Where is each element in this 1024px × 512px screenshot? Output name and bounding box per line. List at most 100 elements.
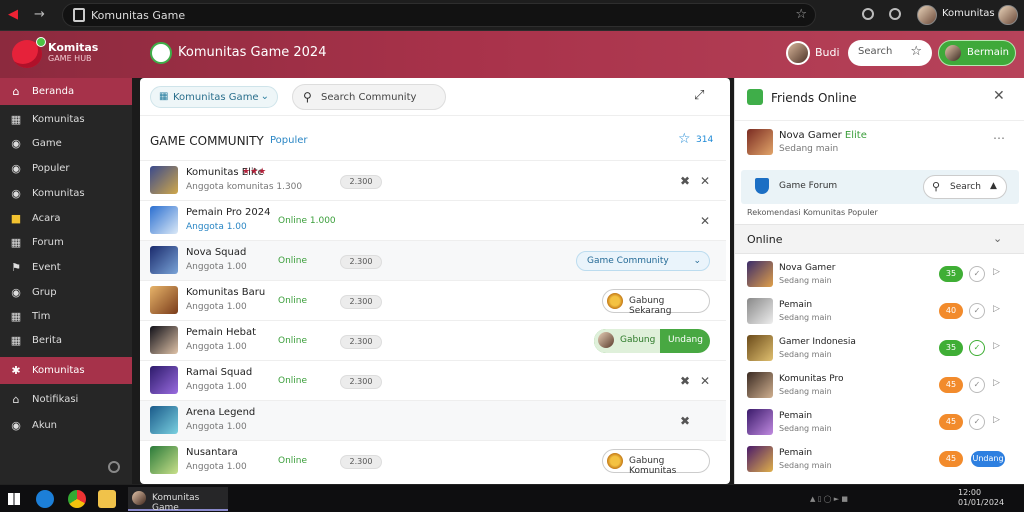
play-icon[interactable]: ▷ <box>993 341 1000 351</box>
table-row[interactable]: Pemain Hebat Anggota 1.00 Online 2.300 G… <box>140 320 726 360</box>
community-select[interactable]: Game Community ⌄ <box>576 251 710 271</box>
sidebar-item-label: Komunitas <box>32 188 85 199</box>
account-avatar[interactable] <box>998 5 1018 25</box>
pin-icon[interactable]: ✖ <box>680 174 690 188</box>
play-icon[interactable]: ▷ <box>993 267 1000 277</box>
online-status: Online <box>278 256 308 266</box>
sidebar-item-team[interactable]: ▦ Tim <box>0 305 132 329</box>
edge-browser-icon[interactable] <box>36 490 54 508</box>
check-icon[interactable]: ✓ <box>969 303 985 319</box>
current-user-card[interactable]: Nova Gamer Elite Sedang main ⋯ <box>735 120 1024 168</box>
sidebar-item-news[interactable]: ▦ Berita <box>0 329 132 353</box>
clock[interactable]: 12:00 01/01/2024 <box>958 488 1004 508</box>
close-icon[interactable]: ✕ <box>700 374 710 388</box>
sidebar-item-komunitas[interactable]: ✱ Komunitas <box>0 357 132 384</box>
sidebar-item-label: Populer <box>32 163 70 174</box>
brand-logo[interactable] <box>12 37 46 68</box>
page-title: Komunitas Game 2024 <box>178 45 327 60</box>
community-thumbnail <box>150 246 178 274</box>
sidebar-item-community[interactable]: ▦ Komunitas <box>0 108 132 132</box>
sidebar-item-forum[interactable]: ▦ Forum <box>0 231 132 255</box>
list-item[interactable]: Pemain Sedang main 40 ✓ ▷ <box>735 293 1024 330</box>
table-row[interactable]: Komunitas Baru Anggota 1.00 Online 2.300… <box>140 280 726 320</box>
coin-icon <box>607 293 623 309</box>
join-label[interactable]: Gabung <box>620 335 655 345</box>
pin-icon[interactable]: ✖ <box>680 374 690 388</box>
community-thumbnail <box>150 406 178 434</box>
check-icon[interactable]: ✓ <box>969 377 985 393</box>
forward-arrow-icon[interactable]: → <box>34 7 45 22</box>
close-icon[interactable]: ✕ <box>993 88 1005 104</box>
table-row[interactable]: Komunitas Elite ★★★ Anggota komunitas 1.… <box>140 160 726 200</box>
sidebar-item-group[interactable]: ◉ Grup <box>0 281 132 305</box>
close-icon[interactable]: ✕ <box>700 174 710 188</box>
pin-icon[interactable]: ✖ <box>680 414 690 428</box>
online-section-header[interactable]: Online ⌄ <box>735 224 1024 254</box>
sidebar-item-home[interactable]: ⌂ Beranda <box>0 78 132 105</box>
favorite-star-icon[interactable]: ☆ <box>678 131 691 147</box>
sidebar-item-game[interactable]: ◉ Game <box>0 132 132 156</box>
header-search[interactable]: Search ☆ <box>848 40 932 66</box>
community-name: Pemain Hebat <box>186 327 257 338</box>
invite-button[interactable]: Undang <box>971 451 1005 467</box>
bookmark-star-icon[interactable]: ☆ <box>795 7 807 22</box>
close-icon[interactable]: ✕ <box>700 214 710 228</box>
settings-icon[interactable] <box>889 8 901 20</box>
chrome-browser-icon[interactable] <box>68 490 86 508</box>
sidebar-item-account[interactable]: ◉ Akun <box>0 414 132 438</box>
check-icon[interactable]: ✓ <box>969 414 985 430</box>
table-row[interactable]: Arena Legend Anggota 1.00 ✖ <box>140 400 726 440</box>
tab-community-game[interactable]: ▦ Komunitas Game ⌄ <box>150 86 278 108</box>
file-explorer-icon[interactable] <box>98 490 116 508</box>
back-arrow-icon[interactable]: ◀ <box>8 7 18 22</box>
level-badge: 35 <box>939 340 963 356</box>
list-item[interactable]: Gamer Indonesia Sedang main 35 ✓ ▷ <box>735 330 1024 367</box>
table-row[interactable]: Pemain Pro 2024 Anggota 1.00 Online 1.00… <box>140 200 726 240</box>
section-filter-link[interactable]: Populer <box>270 135 308 146</box>
sidebar-item-communities[interactable]: ◉ Komunitas <box>0 182 132 206</box>
table-row[interactable]: Nova Squad Anggota 1.00 Online 2.300 Gam… <box>140 240 726 280</box>
sidebar-item-events[interactable]: ■ Acara <box>0 207 132 231</box>
sidebar-item-popular[interactable]: ◉ Populer <box>0 157 132 181</box>
extension-icon[interactable] <box>862 8 874 20</box>
join-button[interactable]: Gabung Sekarang <box>602 289 710 316</box>
sidebar-item-notifications[interactable]: ⌂ Notifikasi <box>0 388 132 412</box>
header-search-label: Search <box>858 46 893 57</box>
search-label: Search Community <box>321 92 417 103</box>
play-icon[interactable]: ▷ <box>993 378 1000 388</box>
profile-avatar[interactable] <box>917 5 937 25</box>
play-icon[interactable]: ▷ <box>993 415 1000 425</box>
list-item[interactable]: Pemain Sedang main 45 Undang <box>735 441 1024 478</box>
expand-icon[interactable]: ⤢ <box>694 88 704 103</box>
friends-search-button[interactable]: ⚲ Search ▲ <box>923 175 1007 199</box>
list-item[interactable]: Pemain Sedang main 45 ✓ ▷ <box>735 404 1024 441</box>
play-icon[interactable]: ▷ <box>993 304 1000 314</box>
system-tray-icons[interactable]: ▲ ▯ ◯ ► ■ <box>810 495 848 503</box>
address-bar[interactable]: Komunitas Game ☆ <box>62 3 816 27</box>
windows-start-icon[interactable] <box>8 493 20 505</box>
play-button-label: Bermain <box>967 47 1009 58</box>
task-label: Komunitas Game <box>152 493 200 512</box>
play-button[interactable]: Bermain <box>938 40 1016 66</box>
table-row[interactable]: Ramai Squad Anggota 1.00 Online 2.300 ✖ … <box>140 360 726 400</box>
avatar <box>747 335 773 361</box>
more-options-icon[interactable]: ⋯ <box>993 131 1005 145</box>
check-icon[interactable]: ✓ <box>969 340 985 356</box>
rating-stars-icon: ★★★ <box>242 167 267 177</box>
join-button[interactable]: Gabung Komunitas <box>602 449 710 476</box>
taskbar-active-window[interactable]: Komunitas Game <box>128 487 228 512</box>
home-icon: ⌂ <box>12 85 20 98</box>
list-item[interactable]: Komunitas Pro Sedang main 45 ✓ ▷ <box>735 367 1024 404</box>
settings-gear-icon[interactable] <box>108 461 120 473</box>
search-icon: ⚲ <box>932 180 941 193</box>
table-row[interactable]: Nusantara Anggota 1.00 Online 2.300 Gabu… <box>140 440 726 480</box>
community-search-input[interactable]: ⚲ Search Community <box>292 84 446 110</box>
sidebar-item-event[interactable]: ⚑ Event <box>0 256 132 280</box>
list-item[interactable]: Nova Gamer Sedang main 35 ✓ ▷ <box>735 256 1024 293</box>
community-meta: Anggota 1.00 <box>186 262 247 272</box>
check-icon[interactable]: ✓ <box>969 266 985 282</box>
invite-label[interactable]: Undang <box>668 335 703 345</box>
user-avatar[interactable] <box>786 41 810 65</box>
join-invite-button[interactable]: Gabung Undang <box>594 329 710 353</box>
chevron-down-icon: ⌄ <box>993 232 1003 245</box>
